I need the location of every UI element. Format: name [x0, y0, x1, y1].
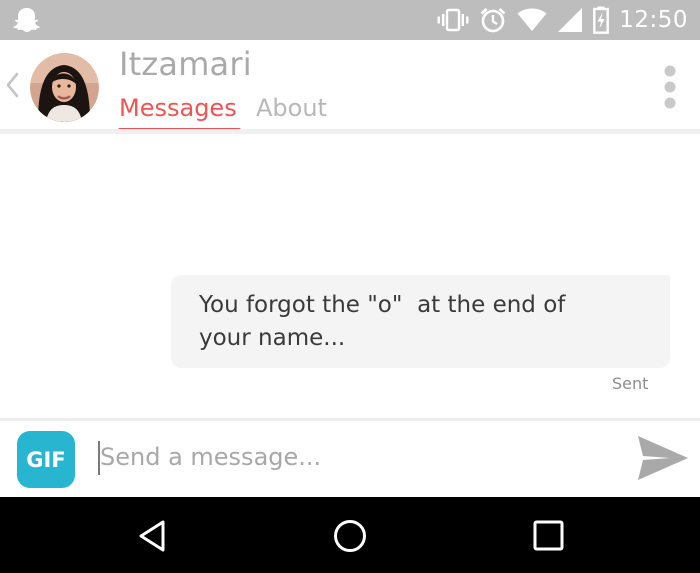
alarm-icon: [480, 8, 506, 33]
status-time: 12:50: [619, 7, 688, 33]
wifi-icon: [517, 8, 547, 31]
signal-icon: [558, 8, 583, 32]
gif-button[interactable]: GIF: [17, 431, 75, 488]
message-input[interactable]: [100, 437, 620, 477]
back-chevron-icon[interactable]: [3, 71, 21, 99]
outgoing-message-bubble[interactable]: You forgot the "o" at the end of your na…: [171, 275, 670, 368]
vibrate-icon: [437, 8, 469, 32]
tab-about[interactable]: About: [256, 94, 327, 122]
avatar[interactable]: [30, 53, 99, 122]
status-bar: 12:50: [0, 0, 700, 40]
message-composer: GIF: [0, 421, 700, 497]
nav-recents-icon[interactable]: [533, 520, 564, 551]
chat-header: Itzamari Messages About: [0, 40, 700, 133]
tab-messages[interactable]: Messages: [119, 94, 237, 122]
contact-name[interactable]: Itzamari: [119, 45, 252, 83]
send-icon[interactable]: [636, 433, 690, 483]
snapchat-ghost-icon: [13, 8, 40, 32]
message-text: You forgot the "o" at the end of your na…: [199, 292, 566, 351]
message-status: Sent: [612, 374, 649, 393]
conversation-area[interactable]: You forgot the "o" at the end of your na…: [0, 134, 700, 418]
nav-back-icon[interactable]: [137, 519, 167, 553]
overflow-menu-icon[interactable]: [660, 64, 680, 110]
nav-home-icon[interactable]: [333, 519, 367, 553]
status-icons: 12:50: [437, 0, 688, 40]
battery-charging-icon: [593, 6, 610, 34]
android-nav-bar: [0, 497, 700, 573]
